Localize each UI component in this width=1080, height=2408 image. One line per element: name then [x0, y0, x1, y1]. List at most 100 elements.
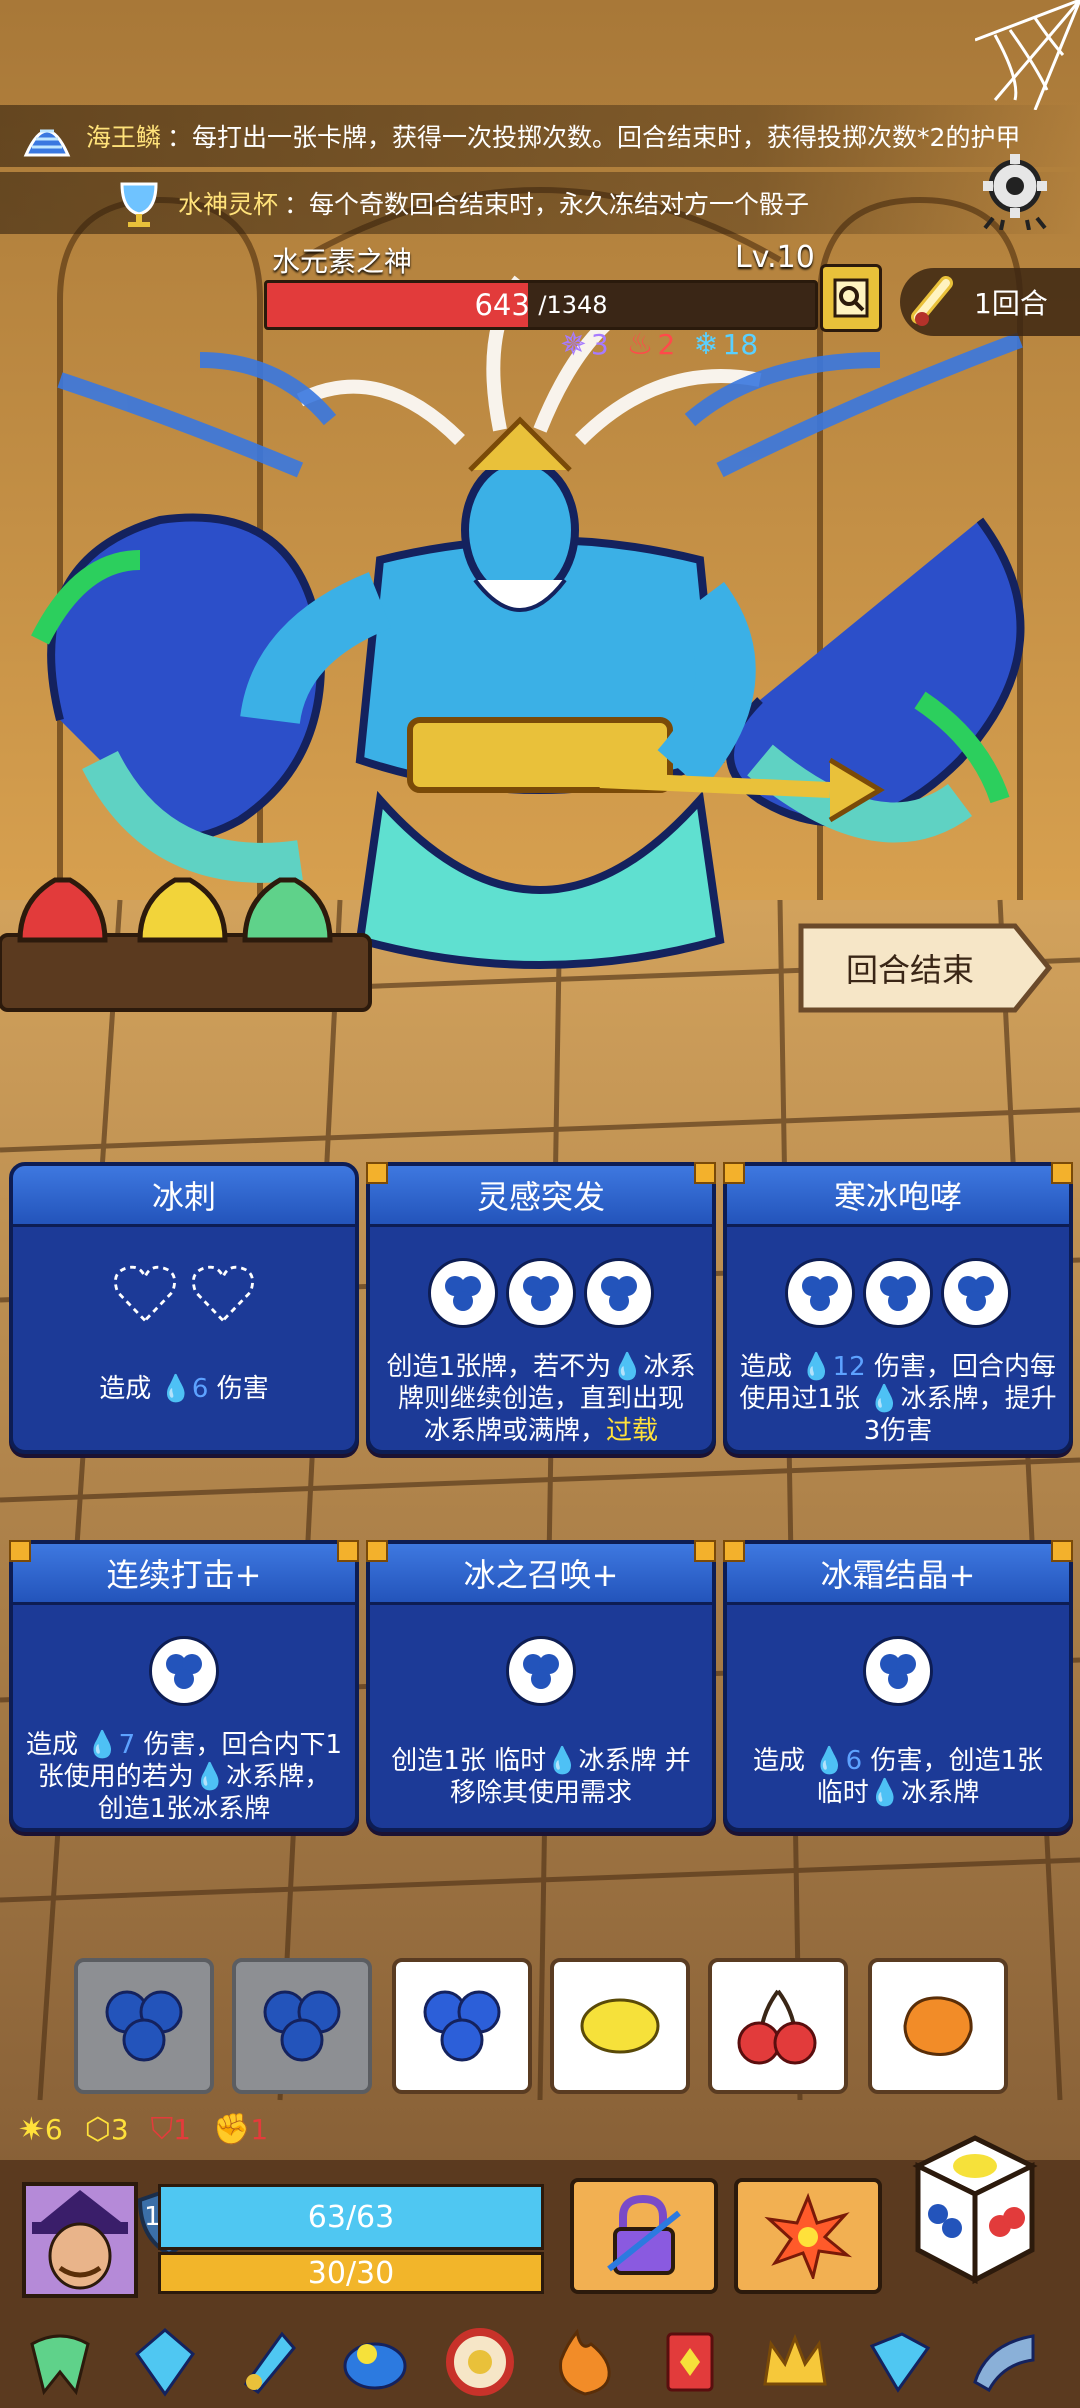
desc-text: 移除其使用需求 [449, 1778, 632, 1808]
relic-slot[interactable] [860, 2322, 940, 2402]
card-frost-crystal[interactable]: 冰霜结晶+ 造成 💧6 伤害，创造1张 临时💧冰系牌 [723, 1540, 1073, 1832]
card-ice-summon[interactable]: 冰之召唤+ 创造1张 临时💧冰系牌 并 移除其使用需求 [366, 1540, 716, 1832]
end-turn-button[interactable]: 回合结束 [795, 920, 1055, 1016]
status-value: 1 [250, 2112, 269, 2146]
blueberry-slot-icon [506, 1258, 576, 1328]
crown-relic-icon [763, 2333, 827, 2386]
relic-name: 水神灵杯 [178, 190, 279, 219]
desc-text: 冰系牌，提升 [900, 1384, 1057, 1414]
dice-cube-icon [912, 2135, 1038, 2285]
spider-web-icon [975, 0, 1080, 110]
dice-slots [380, 1253, 702, 1333]
relic-slot[interactable] [545, 2322, 625, 2402]
card-ice-roar[interactable]: 寒冰咆哮 造成 💧12 伤害，回合内每 使用过1张 💧冰系牌，提升 3伤害 [723, 1162, 1073, 1454]
desc-text: 伤害，回合内下1 [143, 1730, 342, 1760]
relic-description: 每打出一张卡牌，获得一次投掷次数。回合结束时，获得投掷次数*2的护甲 [192, 123, 1021, 152]
status-red-shield: ⛉ 1 [151, 2112, 191, 2147]
relic-slot[interactable] [335, 2322, 415, 2402]
desc-text: 造成 [739, 1352, 792, 1382]
water-drop-icon: 💧 [813, 1746, 846, 1776]
blueberry-slot-icon [785, 1258, 855, 1328]
heart-slot-icon [110, 1258, 180, 1328]
card-title: 冰刺 [151, 1178, 216, 1216]
flame-relic-icon [559, 2328, 611, 2396]
snowflake-icon: ❄ [693, 326, 719, 362]
blueberry-slot-icon [941, 1258, 1011, 1328]
desc-text: 造成 [25, 1730, 78, 1760]
water-chalice-icon [110, 174, 168, 232]
desc-text: 冰系牌 并 [578, 1746, 691, 1776]
damage-value: 7 [118, 1730, 136, 1760]
card-ice-spike[interactable]: 冰刺 造成 💧6 伤害 [9, 1162, 359, 1454]
card-description: 造成 💧12 伤害，回合内每 使用过1张 💧冰系牌，提升 3伤害 [737, 1351, 1059, 1447]
die-used[interactable] [232, 1958, 372, 2094]
desc-text: 伤害，创造1张 [870, 1746, 1043, 1776]
card-corner [337, 1540, 359, 1562]
boss-hp-current: 643 [474, 288, 530, 322]
card-corner [1051, 1162, 1073, 1184]
card-inspiration-burst[interactable]: 灵感突发 创造1张牌，若不为💧冰系 牌则继续创造，直到出现 冰系牌或满牌，过载 [366, 1162, 716, 1454]
player-energy-text: 30/30 [307, 2255, 395, 2291]
boss-effect-value: 3 [590, 327, 609, 361]
card-title: 冰之召唤+ [463, 1556, 619, 1594]
status-value: 1 [173, 2112, 191, 2146]
cherry-icon [737, 1989, 817, 2065]
blueberry-slot-icon [149, 1636, 219, 1706]
card-corner [366, 1162, 388, 1184]
blue-orb-relic-icon [343, 2342, 407, 2390]
end-turn-label: 回合结束 [845, 951, 974, 989]
relic-separator: ： [284, 190, 310, 219]
lock-icon [607, 2194, 681, 2275]
settings-button[interactable] [975, 150, 1055, 231]
relic-slot[interactable] [440, 2322, 520, 2402]
lock-dice-button[interactable] [570, 2178, 718, 2294]
die-cherry[interactable] [708, 1958, 848, 2094]
boss-effect-value: 2 [657, 327, 676, 361]
relic-name: 海王鳞 [86, 123, 162, 152]
shield-ring-icon: ⬡ [84, 2111, 111, 2147]
water-drop-icon: 💧 [611, 1352, 644, 1382]
dice-slots [737, 1631, 1059, 1711]
card-combo-strike[interactable]: 连续打击+ 造成 💧7 伤害，回合内下1 张使用的若为💧冰系牌， 创造1张冰系牌 [9, 1540, 359, 1832]
card-title: 灵感突发 [476, 1178, 605, 1216]
wing-relic-icon [243, 2331, 296, 2395]
relic-slot[interactable] [650, 2322, 730, 2402]
card-corner [1051, 1540, 1073, 1562]
boss-hp-text: 643 /1348 [267, 283, 815, 327]
die-blueberry[interactable] [392, 1958, 532, 2094]
blueberry-icon [263, 1990, 341, 2062]
reroll-burst-button[interactable] [734, 2178, 882, 2294]
boss-effect: ❄ 18 [693, 325, 758, 363]
relic-description: 每个奇数回合结束时，永久冻结对方一个骰子 [309, 190, 810, 219]
die-used[interactable] [74, 1958, 214, 2094]
relic-info-bar-1: 海王鳞： 每打出一张卡牌，获得一次投掷次数。回合结束时，获得投掷次数*2的护甲 [0, 105, 1080, 167]
desc-text: 冰系牌 [901, 1778, 980, 1808]
player-hp-text: 63/63 [307, 2199, 395, 2235]
blueberry-icon [423, 1990, 501, 2062]
die-lemon[interactable] [550, 1958, 690, 2094]
potion-tray [0, 877, 372, 1012]
avatar[interactable] [22, 2182, 138, 2298]
relic-slot[interactable] [125, 2322, 205, 2402]
desc-text: 冰系牌或满牌， [423, 1416, 606, 1446]
blueberry-icon [105, 1990, 183, 2062]
wizard-avatar-icon [26, 2186, 134, 2294]
relic-slot[interactable] [230, 2322, 310, 2402]
flame-icon: ♨ [626, 326, 654, 362]
relic-slot[interactable] [755, 2322, 835, 2402]
relic-slot[interactable] [965, 2322, 1045, 2402]
orange-icon [903, 1996, 973, 2056]
water-drop-icon: 💧 [800, 1352, 833, 1382]
boss-info-button[interactable] [820, 264, 882, 332]
magnifier-icon [833, 278, 869, 318]
ring-relic-icon [446, 2328, 514, 2396]
card-description: 创造1张 临时💧冰系牌 并 移除其使用需求 [380, 1745, 702, 1809]
turn-label: 1回合 [974, 287, 1048, 320]
roll-dice-button[interactable] [910, 2130, 1040, 2290]
boss-level: Lv.10 [735, 240, 815, 275]
energy-star-icon: ✷ [18, 2110, 45, 2148]
lemon-icon [580, 1998, 660, 2054]
die-orange[interactable] [868, 1958, 1008, 2094]
horn-relic-icon [973, 2334, 1035, 2393]
relic-slot[interactable] [20, 2322, 100, 2402]
